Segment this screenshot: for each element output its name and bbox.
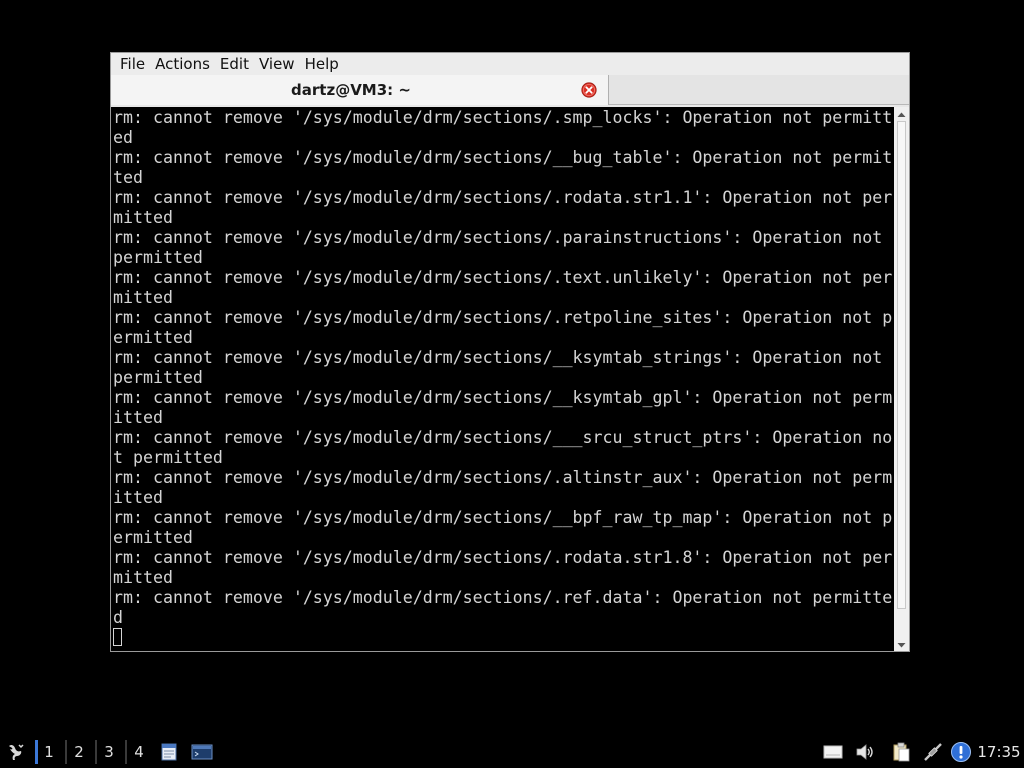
- workspace-2[interactable]: 2: [68, 736, 90, 768]
- terminal-line: mitted: [113, 288, 173, 307]
- terminal-line: rm: cannot remove '/sys/module/drm/secti…: [113, 148, 893, 167]
- clipboard-icon[interactable]: [888, 736, 914, 768]
- terminal-line: rm: cannot remove '/sys/module/drm/secti…: [113, 468, 893, 487]
- tab-title: dartz@VM3: ~: [291, 81, 411, 99]
- menu-actions[interactable]: Actions: [150, 53, 215, 75]
- terminal-line: rm: cannot remove '/sys/module/drm/secti…: [113, 348, 883, 367]
- terminal-line: rm: cannot remove '/sys/module/drm/secti…: [113, 508, 893, 527]
- terminal-line: permitted: [113, 368, 203, 387]
- workspace-separator: [65, 740, 67, 764]
- workspace-1[interactable]: 1: [38, 736, 60, 768]
- scroll-down-arrow-icon[interactable]: [894, 637, 909, 651]
- terminal-line: rm: cannot remove '/sys/module/drm/secti…: [113, 268, 893, 287]
- workspace-separator: [95, 740, 97, 764]
- workspace-separator: [125, 740, 127, 764]
- terminal-prompt-line: [113, 628, 892, 648]
- close-tab-icon[interactable]: [581, 82, 597, 98]
- terminal-line: rm: cannot remove '/sys/module/drm/secti…: [113, 108, 893, 127]
- taskbar: 1 2 3 4 17:35: [0, 736, 1024, 768]
- terminal-output[interactable]: rm: cannot remove '/sys/module/drm/secti…: [111, 107, 894, 651]
- terminal-line: rm: cannot remove '/sys/module/drm/secti…: [113, 428, 893, 447]
- terminal-line: rm: cannot remove '/sys/module/drm/secti…: [113, 548, 893, 567]
- terminal-launcher-icon[interactable]: [190, 736, 214, 768]
- terminal-line: rm: cannot remove '/sys/module/drm/secti…: [113, 388, 893, 407]
- terminal-line: mitted: [113, 568, 173, 587]
- keyboard-icon[interactable]: [820, 736, 846, 768]
- file-manager-icon[interactable]: [158, 736, 180, 768]
- tab-bar: dartz@VM3: ~: [111, 75, 909, 105]
- scrollbar-thumb[interactable]: [897, 121, 906, 609]
- terminal-cursor: [113, 628, 122, 646]
- terminal-lines: rm: cannot remove '/sys/module/drm/secti…: [113, 108, 892, 648]
- terminal-scrollbar[interactable]: [894, 107, 909, 651]
- terminal-line: t permitted: [113, 448, 223, 467]
- workspace-3[interactable]: 3: [98, 736, 120, 768]
- terminal-line: rm: cannot remove '/sys/module/drm/secti…: [113, 188, 893, 207]
- network-icon[interactable]: [920, 736, 946, 768]
- menu-help[interactable]: Help: [300, 53, 344, 75]
- terminal-line: d: [113, 608, 123, 627]
- terminal-line: ermitted: [113, 528, 193, 547]
- terminal-line: rm: cannot remove '/sys/module/drm/secti…: [113, 588, 893, 607]
- terminal-line: ted: [113, 168, 143, 187]
- scroll-up-arrow-icon[interactable]: [894, 107, 909, 121]
- menu-view[interactable]: View: [254, 53, 300, 75]
- clock[interactable]: 17:35: [976, 736, 1022, 768]
- menu-edit[interactable]: Edit: [215, 53, 254, 75]
- terminal-line: ermitted: [113, 328, 193, 347]
- menu-file[interactable]: File: [115, 53, 150, 75]
- terminal-window: File Actions Edit View Help dartz@VM3: ~…: [110, 52, 910, 652]
- terminal-line: itted: [113, 488, 163, 507]
- volume-icon[interactable]: [852, 736, 878, 768]
- terminal-line: ed: [113, 128, 133, 147]
- terminal-tab[interactable]: dartz@VM3: ~: [111, 75, 609, 105]
- start-menu-icon[interactable]: [2, 736, 30, 768]
- terminal-line: mitted: [113, 208, 173, 227]
- workspace-4[interactable]: 4: [128, 736, 150, 768]
- desktop: File Actions Edit View Help dartz@VM3: ~…: [0, 0, 1024, 768]
- update-notifier-icon[interactable]: [948, 736, 974, 768]
- terminal-line: itted: [113, 408, 163, 427]
- terminal-line: permitted: [113, 248, 203, 267]
- terminal-line: rm: cannot remove '/sys/module/drm/secti…: [113, 308, 893, 327]
- menu-bar: File Actions Edit View Help: [111, 53, 909, 75]
- terminal-line: rm: cannot remove '/sys/module/drm/secti…: [113, 228, 883, 247]
